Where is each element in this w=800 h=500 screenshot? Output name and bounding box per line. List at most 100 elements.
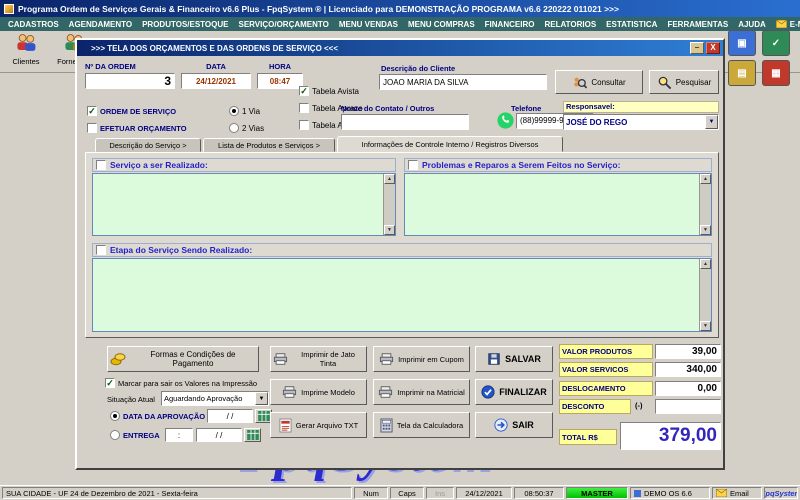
consultar-button[interactable]: Consultar [555,70,643,94]
ordens-servico-dialog: >>> TELA DOS ORÇAMENTOS E DAS ORDENS DE … [75,38,725,470]
status-time: 08:50:37 [514,487,564,499]
situacao-label: Situação Atual [107,395,155,404]
menu-produtos-estoque[interactable]: PRODUTOS/ESTOQUE [137,19,233,30]
menu-ferramentas[interactable]: FERRAMENTAS [662,19,733,30]
marcar-valores-checkbox[interactable]: ✓ Marcar para sair os Valores na Impress… [105,378,257,388]
problemas-reparos-textarea[interactable]: ▲▼ [404,173,712,236]
pesquisar-button[interactable]: Pesquisar [649,70,719,94]
menu-cadastros[interactable]: CADASTROS [3,19,64,30]
ordem-servico-checkbox[interactable]: ✓ ORDEM DE SERVIÇO [87,106,176,116]
scroll-up-icon[interactable]: ▲ [384,174,395,184]
menu-relatorios[interactable]: RELATORIOS [539,19,601,30]
cliente-label: Descrição do Cliente [381,64,455,73]
scroll-down-icon[interactable]: ▼ [700,225,711,235]
tab-panel: Serviço a ser Realizado: ▲▼ Problemas e … [85,152,719,338]
toolbar-right-icons: ▣ ✓ ▤ ▦ [728,30,798,86]
checkbox-unchecked [87,123,97,133]
toolbar-icon-red[interactable]: ▦ [762,60,790,86]
data-aprovacao-field[interactable]: / / [207,409,253,423]
menu-estatistica[interactable]: ESTATISTICA [601,19,662,30]
calendar-button[interactable] [244,428,261,442]
contato-input[interactable] [341,114,469,130]
scroll-up-icon[interactable]: ▲ [700,174,711,184]
scroll-up-icon[interactable]: ▲ [700,259,711,269]
imprime-modelo-button[interactable]: Imprime Modelo [270,379,367,405]
menu-servico-orcamento[interactable]: SERVIÇO/ORÇAMENTO [233,19,333,30]
menu-ajuda[interactable]: AJUDA [733,19,771,30]
printer-icon [282,385,297,399]
valor-produtos-value: 39,00 [655,344,721,359]
tab-informacoes-controle[interactable]: Informações de Controle Interno / Regist… [337,136,563,152]
imprimir-cupom-button[interactable]: Imprimir em Cupom [373,346,470,372]
toolbar-icon-green[interactable]: ✓ [762,30,790,56]
menu-compras[interactable]: MENU COMPRAS [403,19,480,30]
toolbar-icon-yellow[interactable]: ▤ [728,60,756,86]
tab-lista-produtos[interactable]: Lista de Produtos e Serviços > [203,138,335,152]
deslocamento-value: 0,00 [655,381,721,396]
date-field[interactable]: 24/12/2021 [181,73,251,89]
envelope-icon [776,20,787,28]
scrollbar[interactable]: ▲▼ [383,174,395,235]
servico-realizado-checkbox[interactable] [96,160,106,170]
close-icon[interactable]: X [706,42,720,54]
etapa-servico-checkbox[interactable] [96,245,106,255]
dialog-titlebar[interactable]: >>> TELA DOS ORÇAMENTOS E DAS ORDENS DE … [77,40,723,56]
status-date: 24/12/2021 [456,487,512,499]
menubar: CADASTROS AGENDAMENTO PRODUTOS/ESTOQUE S… [0,17,800,31]
imprimir-jato-tinta-button[interactable]: Imprimir de Jato Tinta [270,346,367,372]
cliente-input[interactable]: JOAO MARIA DA SILVA [379,74,547,90]
responsavel-combo[interactable]: JOSÉ DO REGO ▼ [563,114,719,130]
sair-button[interactable]: SAIR [475,412,553,438]
data-aprovacao-radio[interactable]: DATA DA APROVAÇÃO [110,411,205,421]
order-number-field[interactable]: 3 [85,73,175,89]
chevron-down-icon[interactable]: ▼ [255,392,268,405]
desconto-value[interactable] [655,399,721,414]
calculator-icon [380,418,393,433]
via2-radio[interactable]: 2 Vias [229,123,264,133]
scroll-down-icon[interactable]: ▼ [700,321,711,331]
entrega-time-field[interactable]: : [165,428,193,442]
gerar-txt-button[interactable]: Gerar Arquivo TXT [270,412,367,438]
scrollbar[interactable]: ▲▼ [699,259,711,331]
finalizar-button[interactable]: FINALIZAR [475,379,553,405]
etapa-servico-textarea[interactable]: ▲▼ [92,258,712,332]
toolbar-icon-blue[interactable]: ▣ [728,30,756,56]
efetuar-orcamento-checkbox[interactable]: EFETUAR ORÇAMENTO [87,123,187,133]
scroll-down-icon[interactable]: ▼ [384,225,395,235]
responsavel-label: Responsavel: [563,101,719,113]
menu-vendas[interactable]: MENU VENDAS [334,19,403,30]
app-titlebar[interactable]: Programa Ordem de Serviços Gerais & Fina… [0,0,800,17]
minimize-button[interactable]: – [690,42,704,54]
entrega-date-field[interactable]: / / [196,428,242,442]
salvar-button[interactable]: SALVAR [475,346,553,372]
whatsapp-icon[interactable] [497,112,514,129]
entrega-radio[interactable]: ENTREGA [110,430,160,440]
scrollbar[interactable]: ▲▼ [699,174,711,235]
menu-financeiro[interactable]: FINANCEIRO [480,19,540,30]
menu-agendamento[interactable]: AGENDAMENTO [64,19,137,30]
problemas-reparos-checkbox[interactable] [408,160,418,170]
tabela-avista-checkbox[interactable]: ✓ Tabela Avista [299,86,359,96]
via1-radio[interactable]: 1 Via [229,106,260,116]
app-title: Programa Ordem de Serviços Gerais & Fina… [18,4,619,14]
imprimir-matricial-button[interactable]: Imprimir na Matricial [373,379,470,405]
search-icon [657,75,672,90]
check-circle-icon [481,385,495,399]
servico-realizado-textarea[interactable]: ▲▼ [92,173,396,236]
menu-email[interactable]: E-MAIL [771,19,800,30]
formas-pagamento-button[interactable]: Formas e Condições de Pagamento [107,346,259,372]
status-email-button[interactable]: Email [712,487,762,499]
chevron-down-icon[interactable]: ▼ [705,115,718,129]
printer-icon [379,352,394,366]
tab-descricao-servico[interactable]: Descrição do Serviço > [95,138,201,152]
exit-arrow-icon [494,418,508,432]
time-field[interactable]: 08:47 [257,73,303,89]
situacao-combo[interactable]: Aguardando Aprovação ▼ [161,391,269,406]
etapa-servico-group: Etapa do Serviço Sendo Realizado: [92,243,712,257]
calculadora-button[interactable]: Tela da Calculadora [373,412,470,438]
toolbar-clientes-button[interactable]: Clientes [2,32,50,72]
valor-servicos-label: VALOR SERVICOS [559,362,653,377]
application-window: Programa Ordem de Serviços Gerais & Fina… [0,0,800,500]
save-icon [487,352,501,366]
statusbar: SUA CIDADE - UF 24 de Dezembro de 2021 -… [0,485,800,500]
